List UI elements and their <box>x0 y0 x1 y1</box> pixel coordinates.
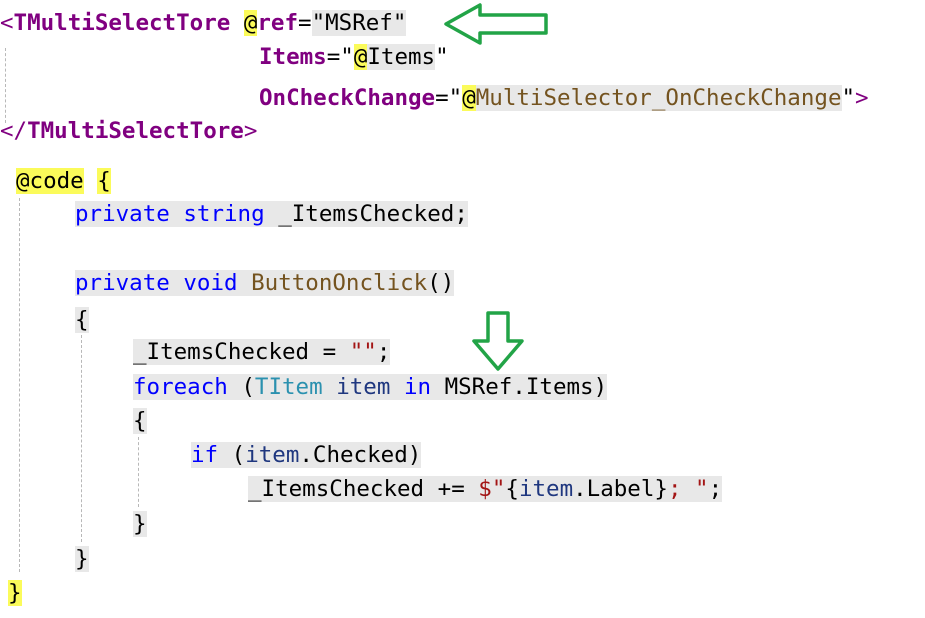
code-line-5: @code { <box>16 166 111 196</box>
code-line-8: { <box>75 307 89 333</box>
tag-open-bracket: < <box>0 10 14 36</box>
method-name: ButtonOnclick <box>251 270 428 296</box>
code-line-13: _ItemsChecked += $"{item.Label}; "; <box>248 476 723 502</box>
code-line-11: { <box>133 408 147 434</box>
code-line-14: } <box>133 511 147 537</box>
ref-attribute: ref <box>257 10 299 36</box>
items-attribute: Items <box>259 44 327 70</box>
indent-guide <box>5 48 6 123</box>
code-line-16: } <box>8 578 22 608</box>
code-line-15: } <box>75 546 89 572</box>
indent-guide <box>138 437 139 507</box>
ref-value: MSRef <box>325 10 393 36</box>
code-line-6: private string _ItemsChecked; <box>75 201 468 227</box>
field-declaration: _ItemsChecked <box>278 201 455 227</box>
items-value: Items <box>367 44 436 70</box>
code-line-2: Items="@Items" <box>259 44 449 70</box>
arrow-left-icon <box>444 3 548 45</box>
at-symbol: @ <box>462 85 476 111</box>
at-symbol: @ <box>353 44 368 70</box>
oncheckchange-attribute: OnCheckChange <box>259 85 436 111</box>
code-line-7: private void ButtonOnclick() <box>75 270 455 296</box>
code-line-12: if (item.Checked) <box>191 442 422 468</box>
code-line-3: OnCheckChange="@MultiSelector_OnCheckCha… <box>259 85 869 111</box>
code-line-10: foreach (TItem item in MSRef.Items) <box>133 374 608 400</box>
code-line-4: </TMultiSelectTore> <box>0 118 258 144</box>
indent-guide <box>19 198 20 572</box>
code-directive: @code <box>16 168 84 194</box>
oncheckchange-handler: MultiSelector_OnCheckChange <box>475 85 842 111</box>
code-line-9: _ItemsChecked = ""; <box>133 339 391 365</box>
at-symbol: @ <box>243 10 258 36</box>
arrow-down-icon <box>472 311 524 371</box>
component-tag: TMultiSelectTore <box>13 10 231 36</box>
code-block-close-brace: } <box>8 580 22 606</box>
msref-items: MSRef.Items <box>444 374 594 400</box>
code-block-open-brace: { <box>97 168 111 194</box>
code-line-1: <TMultiSelectTore @ref="MSRef" <box>0 10 407 36</box>
indent-guide <box>81 335 82 542</box>
component-close-tag: TMultiSelectTore <box>27 118 244 144</box>
